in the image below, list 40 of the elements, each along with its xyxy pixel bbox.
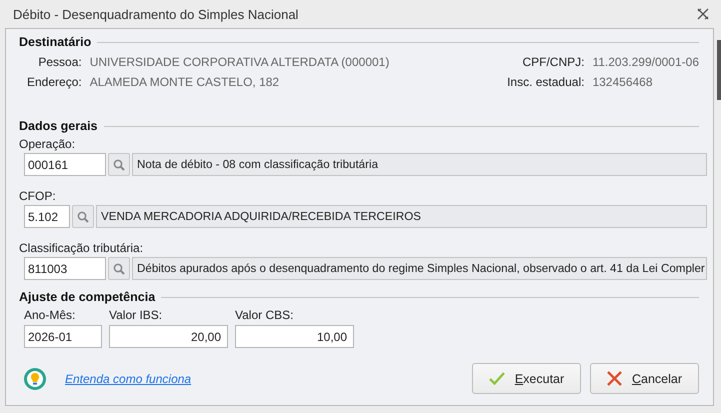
input-field[interactable]: 2026-01 [24,325,102,348]
code-field[interactable]: 000161 [24,153,106,176]
execute-button[interactable]: Executar [472,363,581,394]
section-title: Dados gerais [19,119,98,133]
field-value: 11.203.299/0001-06 [592,55,699,69]
field-value: 132456468 [592,75,654,89]
section-title: Destinatário [19,35,92,49]
input-field[interactable]: 10,00 [235,325,354,348]
field-label: Pessoa: [37,55,82,69]
search-icon [113,262,125,274]
field-label: CFOP: [19,189,56,203]
section-title: Ajuste de competência [19,290,156,304]
window-title: Débito - Desenquadramento do Simples Nacional [13,6,298,22]
lightbulb-icon [23,366,47,390]
check-icon [488,372,505,385]
field-label: Valor IBS: [109,308,162,322]
field-value: ALAMEDA MONTE CASTELO, 182 [90,75,280,89]
field-label: Ano-Mês: [24,308,76,322]
search-icon [77,210,89,222]
input-field[interactable]: 20,00 [109,325,228,348]
search-button[interactable] [108,153,130,176]
description-field: VENDA MERCADORIA ADQUIRIDA/RECEBIDA TERCEIROS [96,205,707,228]
search-icon [113,158,125,170]
field-label: Valor CBS: [235,308,294,322]
field-value: UNIVERSIDADE CORPORATIVA ALTERDATA (000001) [90,55,390,69]
field-label: CPF/CNPJ: [521,55,584,69]
description-field: Débitos apurados após o desenquadramento do regime Simples Nacional, observado o art. 41 da Lei Compler [132,257,707,280]
cancel-button[interactable]: Cancelar [590,363,699,394]
close-icon[interactable] [697,8,709,20]
help-link[interactable]: Entenda como funciona [65,372,192,386]
search-button[interactable] [108,257,130,280]
code-field[interactable]: 811003 [24,257,106,280]
description-field: Nota de débito - 08 com classificação tributária [132,153,707,176]
close-icon [606,371,622,386]
field-label: Endereço: [27,75,82,89]
search-button[interactable] [72,205,94,228]
code-field[interactable]: 5.102 [24,205,70,228]
field-label: Insc. estadual: [507,75,584,89]
field-label: Operação: [19,137,76,151]
field-label: Classificação tributária: [19,241,144,255]
